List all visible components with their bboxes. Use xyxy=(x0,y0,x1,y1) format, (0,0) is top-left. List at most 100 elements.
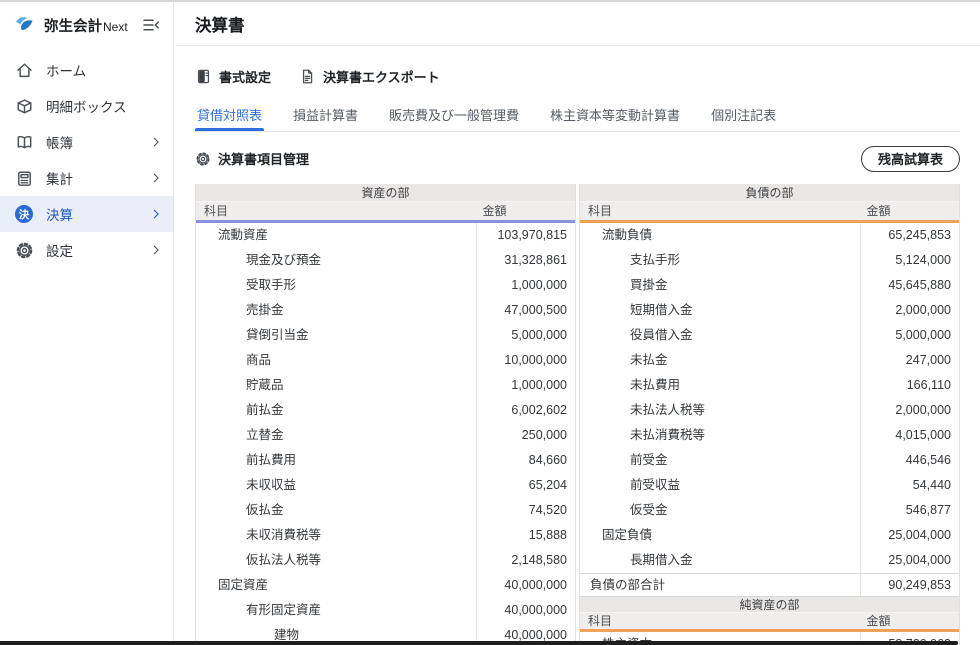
account-cell: 未収収益 xyxy=(196,473,476,498)
column-header-amount: 金額 xyxy=(860,202,959,220)
account-cell: 固定負債 xyxy=(580,523,860,548)
account-cell: 短期借入金 xyxy=(580,298,860,323)
amount-cell: 84,660 xyxy=(476,448,575,473)
sidebar-item-label: 帳簿 xyxy=(46,132,73,152)
amount-cell: 446,546 xyxy=(860,448,959,473)
account-cell: 長期借入金 xyxy=(580,548,860,573)
account-cell: 前払費用 xyxy=(196,448,476,473)
net-assets-column-header: 科目 金額 xyxy=(580,613,959,629)
tab-sga[interactable]: 販売費及び一般管理費 xyxy=(387,94,521,131)
trial-balance-button[interactable]: 残高試算表 xyxy=(861,146,960,172)
tab-balance-sheet[interactable]: 貸借対照表 xyxy=(195,94,264,131)
account-cell: 支払手形 xyxy=(580,248,860,273)
liabilities-total-row: 負債の部合計 90,249,853 xyxy=(580,573,959,597)
table-row: 未払金247,000 xyxy=(580,348,959,373)
table-row: 仮払法人税等2,148,580 xyxy=(196,548,575,573)
assets-column-header: 科目 金額 xyxy=(196,202,575,220)
amount-cell: 90,249,853 xyxy=(860,574,959,596)
item-management-button[interactable]: 決算書項目管理 xyxy=(195,149,309,168)
amount-cell: 31,328,861 xyxy=(476,248,575,273)
chevron-right-icon xyxy=(149,207,163,221)
app-window: 弥生会計Next ホーム 明細ボックス xyxy=(0,0,980,645)
amount-cell: 47,000,500 xyxy=(476,298,575,323)
gear-icon xyxy=(195,151,211,167)
tab-bar: 貸借対照表 損益計算書 販売費及び一般管理費 株主資本等変動計算書 個別注記表 xyxy=(195,94,960,132)
tab-notes[interactable]: 個別注記表 xyxy=(709,94,778,131)
amount-cell: 25,004,000 xyxy=(860,548,959,573)
table-row: 短期借入金2,000,000 xyxy=(580,298,959,323)
amount-cell: 65,204 xyxy=(476,473,575,498)
tab-income-statement[interactable]: 損益計算書 xyxy=(291,94,360,131)
column-header-amount: 金額 xyxy=(476,202,575,220)
account-cell: 役員借入金 xyxy=(580,323,860,348)
account-cell: 仮受金 xyxy=(580,498,860,523)
gear-icon xyxy=(14,240,34,260)
chevron-right-icon xyxy=(149,243,163,257)
assets-table: 資産の部 科目 金額 流動資産103,970,815現金及び預金31,328,8… xyxy=(195,184,576,645)
amount-cell: 5,000,000 xyxy=(476,323,575,348)
sidebar-item-settlement[interactable]: 決 決算 xyxy=(0,196,173,232)
account-cell: 未収消費税等 xyxy=(196,523,476,548)
table-row: 未収消費税等15,888 xyxy=(196,523,575,548)
amount-cell: 1,000,000 xyxy=(476,273,575,298)
sidebar: 弥生会計Next ホーム 明細ボックス xyxy=(0,2,174,645)
brand-row: 弥生会計Next xyxy=(0,2,173,48)
toolbar: 書式設定 決算書エクスポート xyxy=(195,62,960,90)
brand-name: 弥生会計Next xyxy=(44,15,128,36)
amount-cell: 4,015,000 xyxy=(860,423,959,448)
table-row: 流動負債65,245,853 xyxy=(580,223,959,248)
table-row: 受取手形1,000,000 xyxy=(196,273,575,298)
account-cell: 前払金 xyxy=(196,398,476,423)
account-cell: 前受収益 xyxy=(580,473,860,498)
collapse-sidebar-icon[interactable] xyxy=(141,15,161,35)
format-book-icon xyxy=(195,68,212,85)
amount-cell: 2,000,000 xyxy=(860,398,959,423)
sidebar-item-aggregation[interactable]: 集計 xyxy=(0,160,173,196)
amount-cell: 1,000,000 xyxy=(476,373,575,398)
amount-cell: 74,520 xyxy=(476,498,575,523)
table-row: 長期借入金25,004,000 xyxy=(580,548,959,573)
account-cell: 有形固定資産 xyxy=(196,598,476,623)
yayoi-bird-logo-icon xyxy=(13,13,37,37)
table-row: 支払手形5,124,000 xyxy=(580,248,959,273)
box-icon xyxy=(14,96,34,116)
account-cell: 現金及び預金 xyxy=(196,248,476,273)
amount-cell: 40,000,000 xyxy=(476,598,575,623)
table-row: 現金及び預金31,328,861 xyxy=(196,248,575,273)
account-cell: 流動負債 xyxy=(580,223,860,248)
table-row: 売掛金47,000,500 xyxy=(196,298,575,323)
amount-cell: 65,245,853 xyxy=(860,223,959,248)
book-icon xyxy=(14,132,34,152)
table-row: 未払消費税等4,015,000 xyxy=(580,423,959,448)
sidebar-nav: ホーム 明細ボックス 帳簿 集計 xyxy=(0,52,173,268)
table-row: 未収収益65,204 xyxy=(196,473,575,498)
sidebar-item-label: 決算 xyxy=(46,204,73,224)
account-cell: 貸倒引当金 xyxy=(196,323,476,348)
table-row: 前受収益54,440 xyxy=(580,473,959,498)
amount-cell: 2,000,000 xyxy=(860,298,959,323)
table-row: 買掛金45,645,880 xyxy=(580,273,959,298)
format-settings-button[interactable]: 書式設定 xyxy=(195,67,271,86)
amount-cell: 5,000,000 xyxy=(860,323,959,348)
export-button[interactable]: 決算書エクスポート xyxy=(299,67,440,86)
sidebar-item-settings[interactable]: 設定 xyxy=(0,232,173,268)
amount-cell: 15,888 xyxy=(476,523,575,548)
amount-cell: 25,004,000 xyxy=(860,523,959,548)
table-row: 固定資産40,000,000 xyxy=(196,573,575,598)
sidebar-item-detail-box[interactable]: 明細ボックス xyxy=(0,88,173,124)
tab-equity-changes[interactable]: 株主資本等変動計算書 xyxy=(548,94,682,131)
sidebar-item-ledgers[interactable]: 帳簿 xyxy=(0,124,173,160)
table-row: 前払費用84,660 xyxy=(196,448,575,473)
liabilities-section-header: 負債の部 xyxy=(580,184,959,202)
account-cell: 未払法人税等 xyxy=(580,398,860,423)
calculator-icon xyxy=(14,168,34,188)
assets-rows: 流動資産103,970,815現金及び預金31,328,861受取手形1,000… xyxy=(196,223,575,645)
window-bottom-edge xyxy=(0,641,958,645)
amount-cell: 45,645,880 xyxy=(860,273,959,298)
table-row: 貸倒引当金5,000,000 xyxy=(196,323,575,348)
net-assets-section-header: 純資産の部 xyxy=(580,597,959,613)
liabilities-column-header: 科目 金額 xyxy=(580,202,959,220)
sidebar-item-home[interactable]: ホーム xyxy=(0,52,173,88)
account-cell: 固定資産 xyxy=(196,573,476,598)
file-export-icon xyxy=(299,68,316,85)
